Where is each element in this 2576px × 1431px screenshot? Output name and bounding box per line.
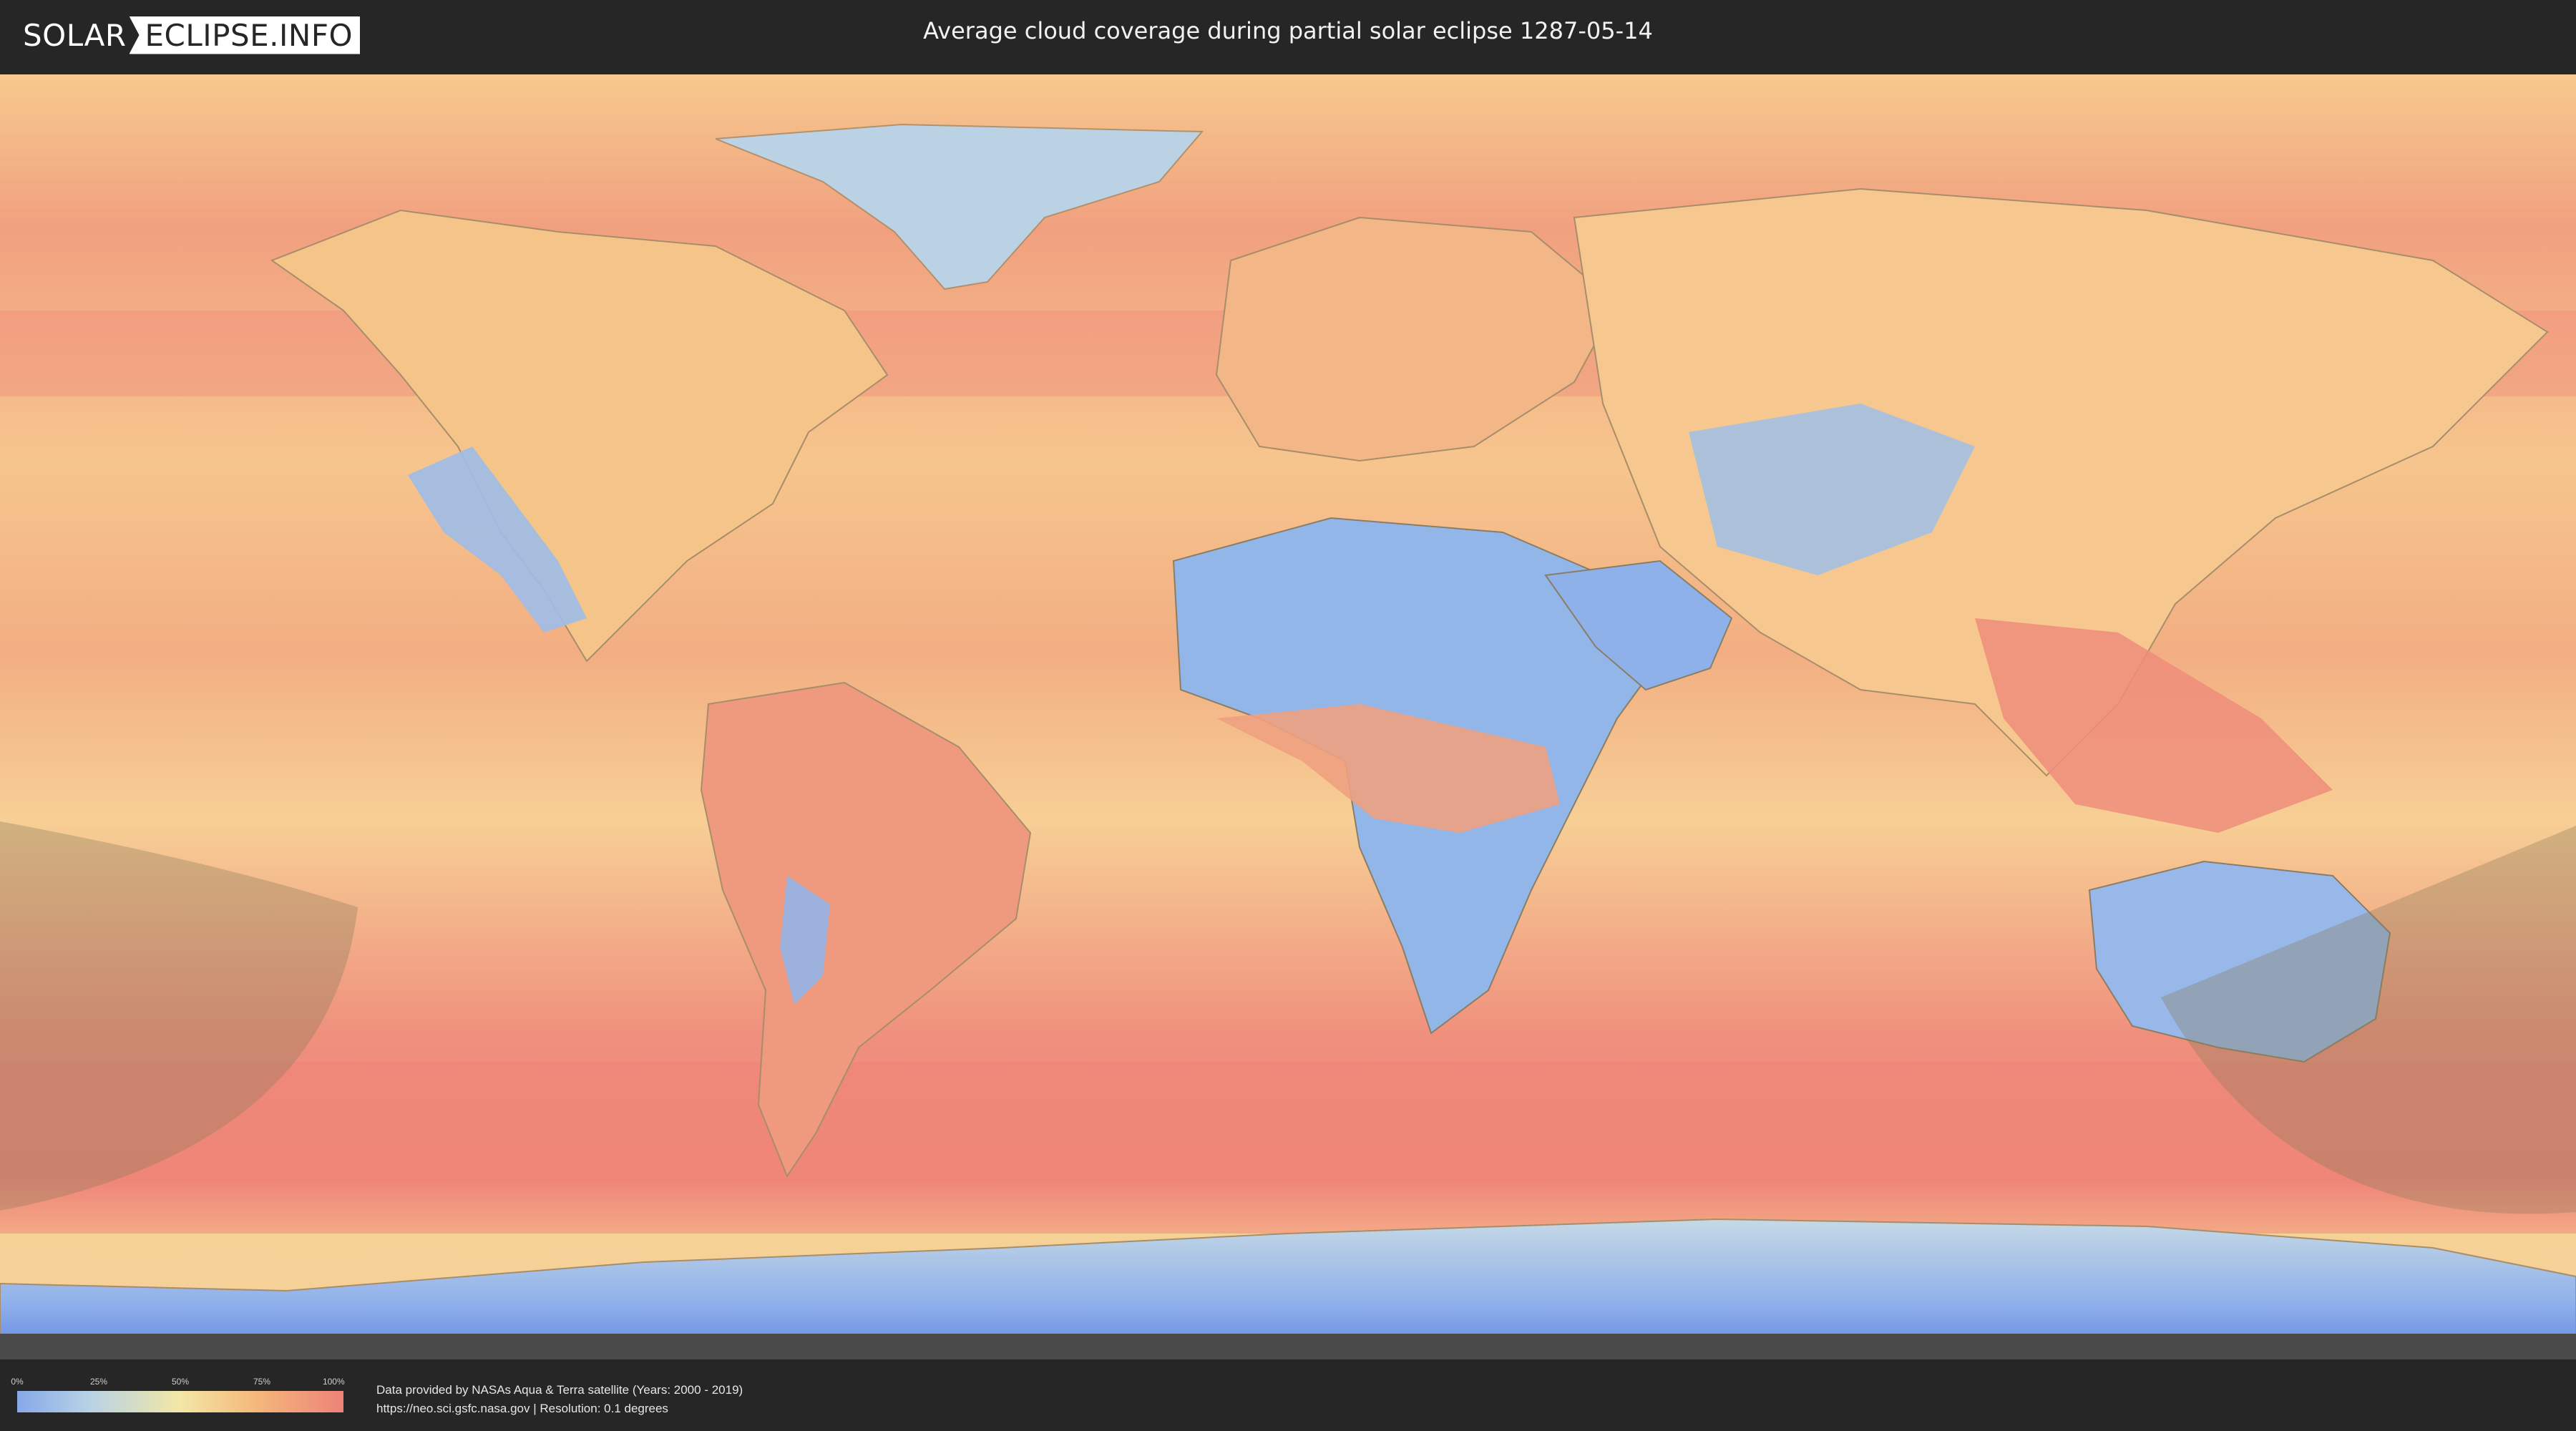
map-bottom-edge: [0, 1334, 2576, 1359]
legend-tick: 25%: [89, 1377, 108, 1387]
data-credits: Data provided by NASAs Aqua & Terra sate…: [376, 1381, 743, 1418]
credits-line-source: Data provided by NASAs Aqua & Terra sate…: [376, 1383, 743, 1397]
legend-color-bar: [17, 1391, 343, 1412]
cloud-coverage-legend: 0% 25% 50% 75% 100%: [11, 1377, 345, 1412]
page-title: Average cloud coverage during partial so…: [923, 17, 1653, 44]
credits-line-url[interactable]: https://neo.sci.gsfc.nasa.gov | Resoluti…: [376, 1400, 743, 1418]
southern-storm-band: [0, 1062, 2576, 1234]
legend-tick: 50%: [171, 1377, 190, 1387]
legend-ticks: 0% 25% 50% 75% 100%: [11, 1377, 345, 1388]
header-bar: SOLAR ECLIPSE.INFO Average cloud coverag…: [0, 0, 2576, 72]
legend-tick: 100%: [322, 1377, 345, 1387]
world-map-svg: [0, 74, 2576, 1359]
legend-tick: 0%: [11, 1377, 24, 1387]
legend-tick: 75%: [253, 1377, 271, 1387]
cloud-coverage-map: [0, 74, 2576, 1359]
footer-bar: 0% 25% 50% 75% 100% Data provided by NAS…: [0, 1359, 2576, 1431]
